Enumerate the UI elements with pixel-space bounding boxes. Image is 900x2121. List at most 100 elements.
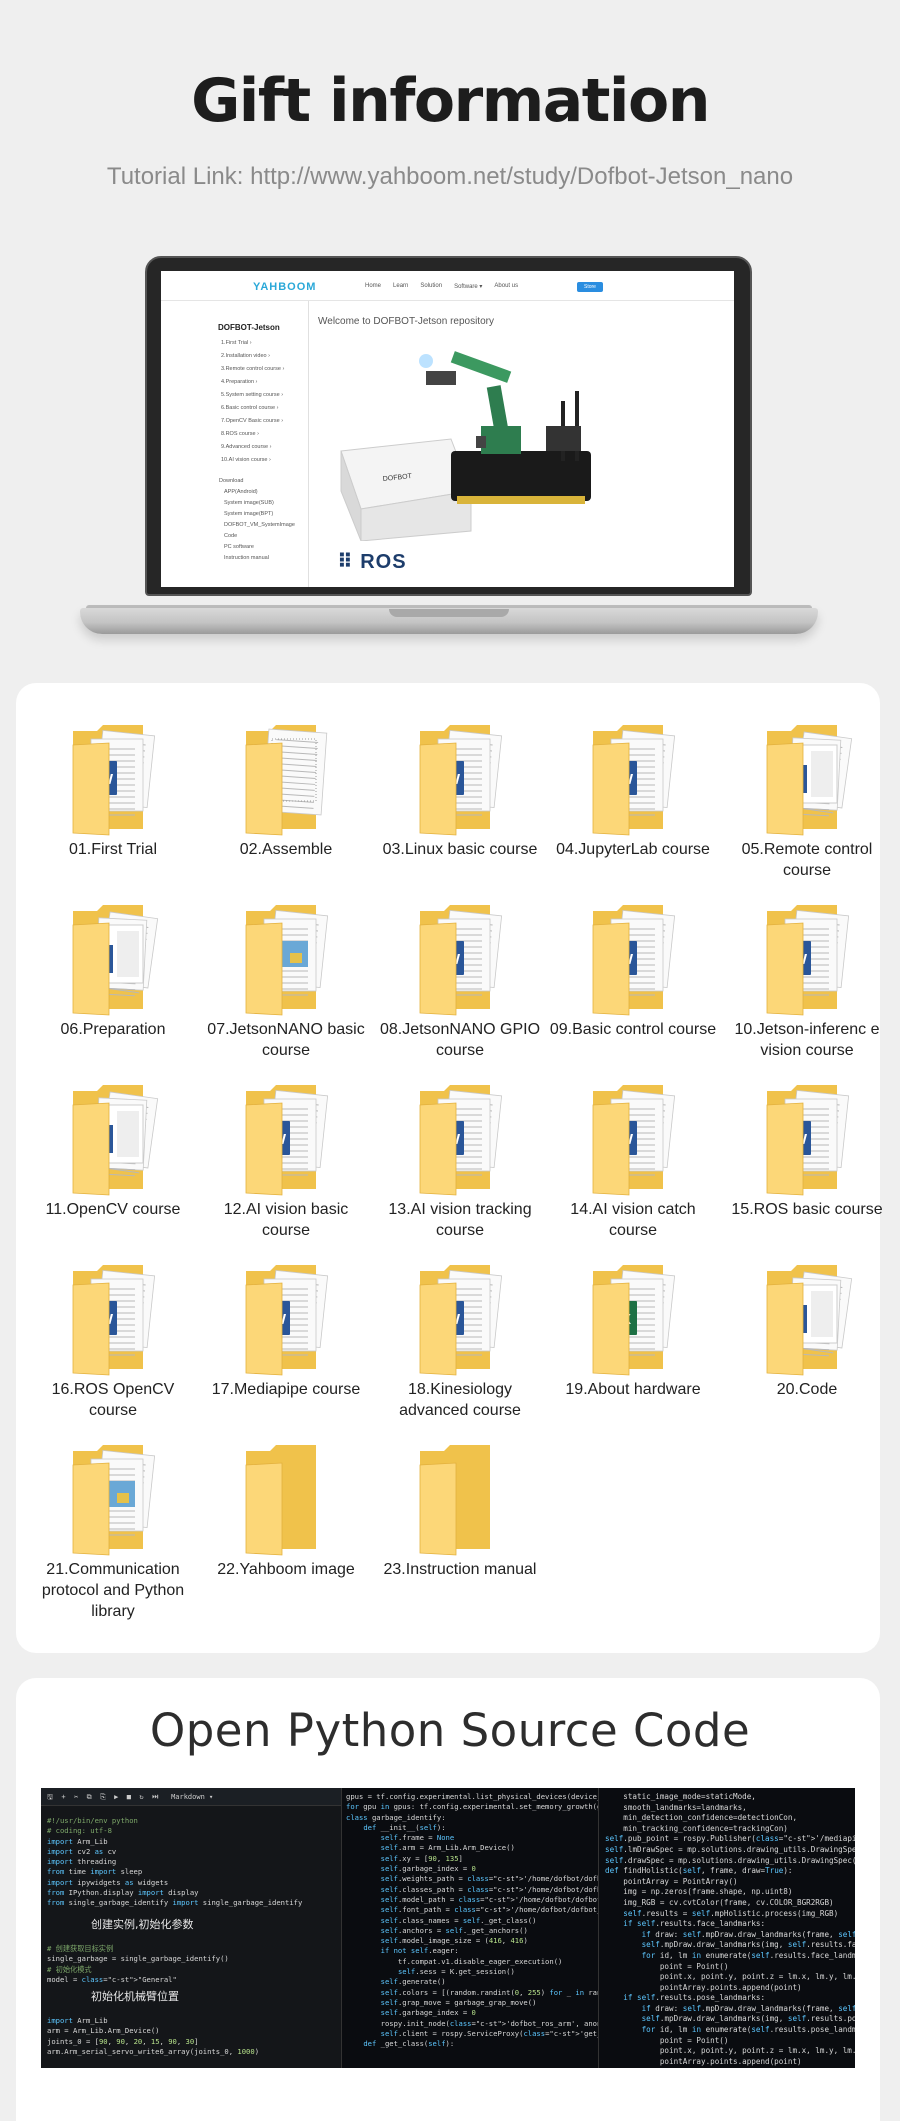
folder-item[interactable]: W 01.First Trial xyxy=(26,683,200,863)
code-line: def __init__(self): xyxy=(363,1822,446,1832)
sidebar-course-item[interactable]: 8.ROS course › xyxy=(221,428,284,441)
folder-item[interactable]: 20.Code xyxy=(720,1223,894,1403)
code-line: self.arm = Arm_Lib.Arm_Device() xyxy=(380,1843,515,1853)
sidebar-download-title[interactable]: Download xyxy=(219,476,295,487)
folder-icon xyxy=(416,1441,512,1559)
code-line: self.colors = [(random.randint(0, 255) f… xyxy=(380,1987,598,1997)
sidebar-course-item[interactable]: 6.Basic control course › xyxy=(221,402,284,415)
sidebar-download-item[interactable]: APP(Android) xyxy=(219,487,295,498)
code-line: def _get_class(self): xyxy=(363,2039,455,2049)
site-menu-item[interactable]: Solution xyxy=(420,283,442,290)
folder-item[interactable]: W 08.JetsonNANO GPIO course xyxy=(373,863,547,1059)
code-line: gpus = tf.config.experimental.list_physi… xyxy=(346,1792,598,1801)
sidebar-course-item[interactable]: 1.First Trial › xyxy=(221,337,284,350)
folder-label: 09.Basic control course xyxy=(549,1021,717,1038)
folder-icon xyxy=(69,1441,165,1559)
folder-icon: X xyxy=(589,1261,685,1379)
folder-item[interactable]: 21.Communication protocol and Python lib… xyxy=(26,1403,200,1620)
sidebar-download-item[interactable]: Code xyxy=(219,531,295,542)
code-line: pointArray.points.append(point) xyxy=(605,2056,802,2066)
folder-icon xyxy=(763,721,859,839)
sidebar-course-item[interactable]: 5.System setting course › xyxy=(221,389,284,402)
folder-item[interactable]: 06.Preparation xyxy=(26,863,200,1043)
folder-item[interactable]: W 12.AI vision basic course xyxy=(199,1043,373,1239)
folder-item[interactable]: 02.Assemble xyxy=(199,683,373,863)
folder-item[interactable]: W 15.ROS basic course xyxy=(720,1043,894,1223)
sidebar-download-item[interactable]: System image(BPT) xyxy=(219,509,295,520)
folder-icon xyxy=(242,1441,338,1559)
folder-item[interactable]: W 10.Jetson-inferenc e vision course xyxy=(720,863,894,1059)
site-menu-item[interactable]: Software ▾ xyxy=(454,283,482,290)
code-line: self.classes_path = class="c-st">'/home/… xyxy=(380,1884,598,1894)
site-menu: Home Learn Solution Software ▾ About us xyxy=(365,283,518,290)
site-menu-item[interactable]: Home xyxy=(365,283,381,290)
folder-item[interactable]: 22.Yahboom image xyxy=(199,1403,373,1583)
code-line: self.drawSpec = mp.solutions.drawing_uti… xyxy=(605,1855,855,1865)
sidebar-download-item[interactable]: DOFBOT_VM_SystemImage xyxy=(219,520,295,531)
sidebar-download-item[interactable]: System image(SUB) xyxy=(219,498,295,509)
sidebar-course-item[interactable]: 4.Preparation › xyxy=(221,376,284,389)
site-menu-item[interactable]: About us xyxy=(494,283,518,290)
jupyter-notebook-screenshot: 🖫 + ✂ ⧉ ⎘ ▶ ■ ↻ ⏭ Markdown ▾ #!/usr/bin/… xyxy=(41,1788,341,2068)
folder-item[interactable]: W 17.Mediapipe course xyxy=(199,1223,373,1403)
code-editor-garbage-identify: gpus = tf.config.experimental.list_physi… xyxy=(341,1788,598,2068)
notebook-cell-instance[interactable]: # 创建获取目标实例 single_garbage = single_garbag… xyxy=(47,1944,337,1985)
code-line: self.weights_path = class="c-st">'/home/… xyxy=(380,1874,598,1884)
code-line: # coding: utf-8 xyxy=(47,1826,112,1836)
site-logo[interactable]: YAHBOOM xyxy=(253,281,316,293)
folder-item[interactable]: W 16.ROS OpenCV course xyxy=(26,1223,200,1419)
folder-icon xyxy=(242,901,338,1019)
folder-icon: W xyxy=(763,1081,859,1199)
folder-item[interactable]: W 14.AI vision catch course xyxy=(546,1043,720,1239)
code-line: joints_0 = [90, 90, 20, 15, 90, 30] xyxy=(47,2036,199,2046)
tutorial-link[interactable]: Tutorial Link: http://www.yahboom.net/st… xyxy=(0,163,900,191)
sidebar-course-item[interactable]: 10.AI vision course › xyxy=(221,454,284,467)
folder-label: 15.ROS basic course xyxy=(731,1201,883,1218)
folder-item[interactable]: W 04.JupyterLab course xyxy=(546,683,720,863)
notebook-toolbar[interactable]: 🖫 + ✂ ⧉ ⎘ ▶ ■ ↻ ⏭ Markdown ▾ xyxy=(41,1788,341,1806)
code-line: arm = Arm_Lib.Arm_Device() xyxy=(47,2026,160,2036)
folder-item[interactable]: W 09.Basic control course xyxy=(546,863,720,1043)
folder-icon: W xyxy=(242,1081,338,1199)
code-line: for id, lm in enumerate(self.results.pos… xyxy=(641,2025,855,2035)
code-line: self.mpDraw.draw_landmarks(img, self.res… xyxy=(641,1940,855,1950)
folder-item[interactable]: 23.Instruction manual xyxy=(373,1403,547,1583)
folder-item[interactable]: W 03.Linux basic course xyxy=(373,683,547,863)
sidebar-course-item[interactable]: 2.Installation video › xyxy=(221,350,284,363)
ros-label: ROS xyxy=(360,551,407,573)
folder-item[interactable]: 07.JetsonNANO basic course xyxy=(199,863,373,1059)
store-button[interactable]: Store xyxy=(577,282,603,292)
code-line: if not self.eager: xyxy=(380,1946,459,1956)
folder-item[interactable]: X 19.About hardware xyxy=(546,1223,720,1403)
sidebar-download-item[interactable]: PC software xyxy=(219,542,295,553)
code-line: self.frame = None xyxy=(380,1833,455,1843)
folder-label: 23.Instruction manual xyxy=(383,1561,537,1578)
code-line: self.mpDraw.draw_landmarks(img, self.res… xyxy=(641,2014,855,2024)
folder-label: 22.Yahboom image xyxy=(217,1561,355,1578)
folder-item[interactable]: 11.OpenCV course xyxy=(26,1043,200,1223)
notebook-cell-arm-init[interactable]: import Arm_Lib arm = Arm_Lib.Arm_Device()… xyxy=(47,2016,337,2057)
folder-item[interactable]: W 18.Kinesiology advanced course xyxy=(373,1223,547,1419)
code-line: self.results = self.mpHolistic.process(i… xyxy=(623,1908,839,1918)
sidebar-course-item[interactable]: 7.OpenCV Basic course › xyxy=(221,415,284,428)
folder-item[interactable]: W 13.AI vision tracking course xyxy=(373,1043,547,1239)
folder-icon xyxy=(69,1081,165,1199)
code-line: self.class_names = self._get_class() xyxy=(380,1915,537,1925)
code-editor-mediapipe: static_image_mode=staticMode, smooth_lan… xyxy=(598,1788,855,2068)
code-line: img = np.zeros(frame.shape, np.uint8) xyxy=(605,1887,793,1897)
sidebar-course-item[interactable]: 9.Advanced course › xyxy=(221,441,284,454)
code-line: self.generate() xyxy=(380,1977,446,1987)
sidebar-course-item[interactable]: 3.Remote control course › xyxy=(221,363,284,376)
notebook-cell-imports[interactable]: #!/usr/bin/env python # coding: utf-8 impo… xyxy=(47,1816,337,1909)
folder-item[interactable]: 05.Remote control course xyxy=(720,683,894,879)
folder-grid-card: W 01.First Trial 02.Assemble W 03.Linux … xyxy=(16,683,883,1653)
folder-label: 06.Preparation xyxy=(60,1021,166,1038)
welcome-text: Welcome to DOFBOT-Jetson repository xyxy=(318,316,494,327)
code-line: self.model_path = class="c-st">'/home/do… xyxy=(380,1894,598,1904)
sidebar-download-item[interactable]: Instruction manual xyxy=(219,553,295,564)
code-line: if self.results.left_hand_landmarks: xyxy=(605,2067,855,2068)
code-line: tf.compat.v1.disable_eager_execution() xyxy=(346,1956,563,1966)
code-line: import threading xyxy=(47,1857,117,1867)
site-menu-item[interactable]: Learn xyxy=(393,283,408,290)
code-line: point.x, point.y, point.z = lm.x, lm.y, … xyxy=(605,2046,855,2056)
